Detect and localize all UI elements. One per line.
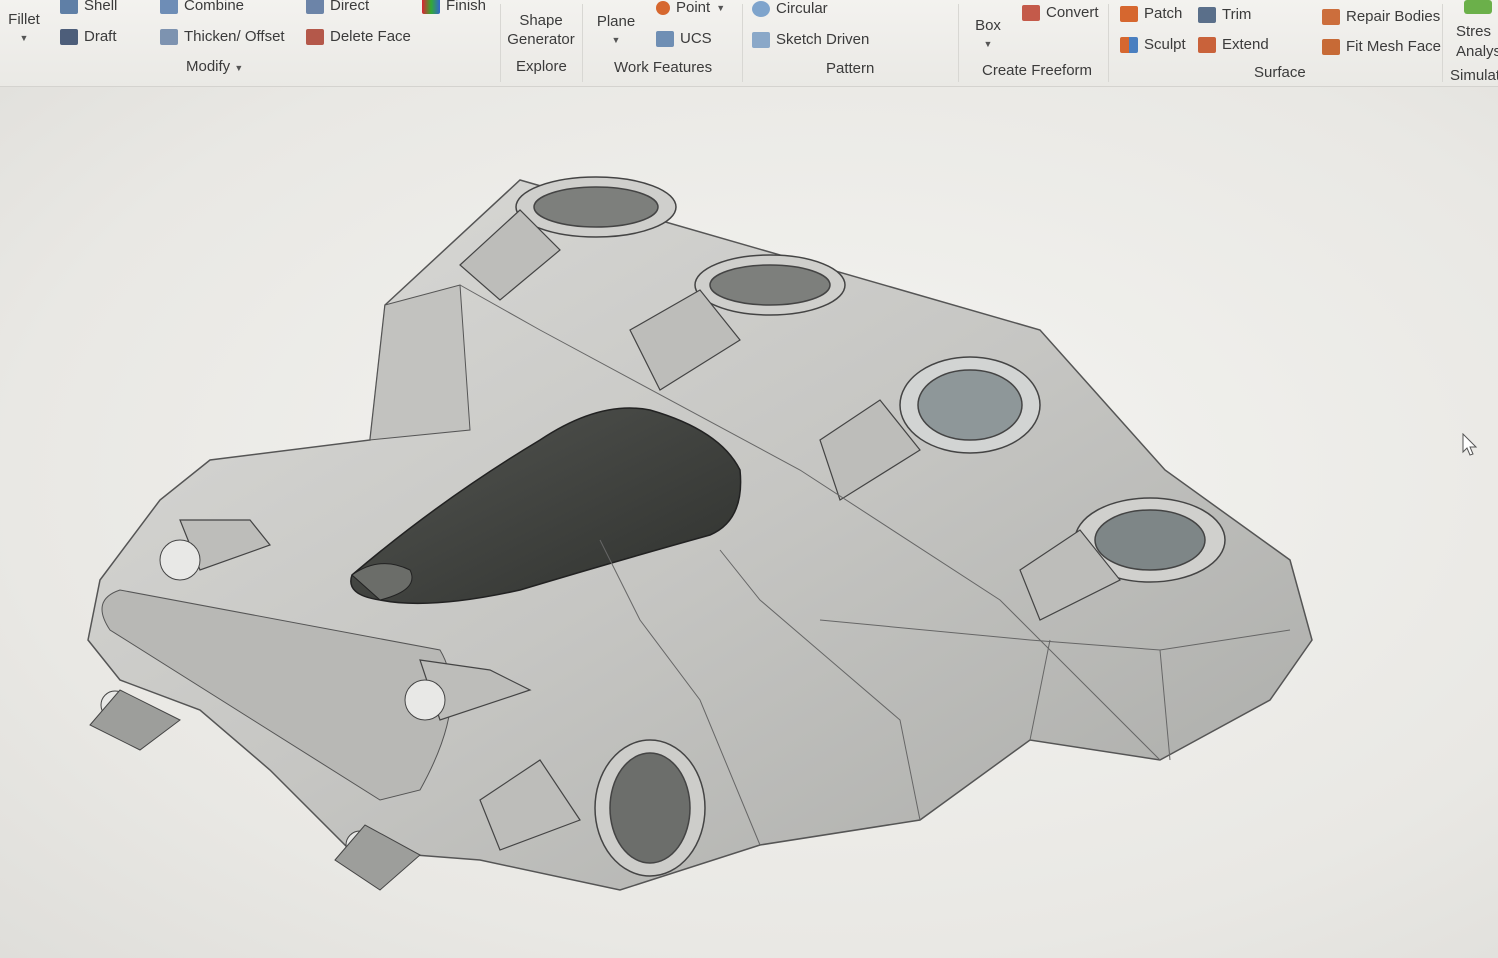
convert-icon <box>1022 4 1040 21</box>
fit-mesh-face-button[interactable]: Fit Mesh Face <box>1322 38 1441 55</box>
pattern-group-label: Pattern <box>826 60 875 77</box>
explore-group-label: Explore <box>516 58 567 75</box>
3d-model[interactable] <box>0 87 1498 958</box>
sculpt-icon <box>1120 36 1138 53</box>
thicken-label: Thicken/ Offset <box>184 28 285 45</box>
modify-label: Modify <box>186 58 231 75</box>
extend-icon <box>1198 36 1216 53</box>
repair-bodies-icon <box>1322 8 1340 25</box>
trim-icon <box>1198 6 1216 23</box>
sketch-driven-pattern-button[interactable]: Sketch Driven <box>752 31 869 48</box>
3d-viewport[interactable] <box>0 87 1498 958</box>
finish-label: Finish <box>446 0 487 14</box>
shell-icon <box>60 0 78 14</box>
circular-pattern-icon <box>752 0 770 17</box>
trim-button[interactable]: Trim <box>1198 6 1251 23</box>
sculpt-label: Sculpt <box>1144 36 1186 53</box>
direct-icon <box>306 0 324 14</box>
point-button[interactable]: Point ▼ <box>656 0 725 16</box>
patch-button[interactable]: Patch <box>1120 5 1182 22</box>
ucs-icon <box>656 30 674 47</box>
fillet-button[interactable]: Fillet ▼ <box>4 10 44 48</box>
trim-label: Trim <box>1222 6 1252 23</box>
stress-analysis-icon <box>1464 0 1492 14</box>
create-freeform-group-label: Create Freeform <box>982 62 1093 79</box>
stress-analysis-label: Stres Analys <box>1456 23 1498 60</box>
sketch-driven-label: Sketch Driven <box>776 31 870 48</box>
thicken-icon <box>160 28 178 45</box>
surface-group-label: Surface <box>1254 64 1306 81</box>
draft-label: Draft <box>84 28 117 45</box>
point-label: Point <box>676 0 711 16</box>
chevron-down-icon: ▼ <box>19 33 29 43</box>
simulation-group-label: Simulat <box>1450 67 1498 84</box>
ribbon-divider <box>500 4 501 82</box>
work-features-group-label: Work Features <box>614 59 713 76</box>
sculpt-button[interactable]: Sculpt <box>1120 36 1186 53</box>
shape-generator-label: Shape Generator <box>507 12 575 48</box>
ribbon-divider <box>1442 4 1443 82</box>
box-button[interactable]: Box ▼ <box>970 16 1006 54</box>
ucs-button[interactable]: UCS <box>656 30 712 47</box>
convert-button[interactable]: Convert <box>1022 4 1099 21</box>
direct-button[interactable]: Direct <box>306 0 369 14</box>
ucs-label: UCS <box>680 30 712 47</box>
patch-label: Patch <box>1144 5 1183 22</box>
circular-pattern-button[interactable]: Circular <box>752 0 828 17</box>
shell-button[interactable]: Shell <box>60 0 117 14</box>
combine-button[interactable]: Combine <box>160 0 244 14</box>
ribbon-divider <box>958 4 959 82</box>
ribbon-divider <box>582 4 583 82</box>
delete-face-icon <box>306 28 324 45</box>
patch-icon <box>1120 5 1138 22</box>
circular-label: Circular <box>776 0 828 17</box>
box-label: Box <box>975 17 1001 34</box>
delete-face-label: Delete Face <box>330 28 411 45</box>
thicken-offset-button[interactable]: Thicken/ Offset <box>160 28 285 45</box>
extend-label: Extend <box>1222 36 1269 53</box>
direct-label: Direct <box>330 0 370 14</box>
ribbon-toolbar: Fillet ▼ Shell Draft Combine Thicken/ Of… <box>0 0 1498 87</box>
extend-button[interactable]: Extend <box>1198 36 1269 53</box>
convert-label: Convert <box>1046 4 1099 21</box>
chevron-down-icon: ▼ <box>983 39 993 49</box>
finish-icon <box>422 0 440 14</box>
fillet-label: Fillet <box>8 11 40 28</box>
repair-bodies-button[interactable]: Repair Bodies <box>1322 8 1440 25</box>
ribbon-divider <box>1108 4 1109 82</box>
chevron-down-icon: ▼ <box>716 2 726 13</box>
combine-icon <box>160 0 178 14</box>
ribbon-divider <box>742 4 743 82</box>
fit-mesh-face-label: Fit Mesh Face <box>1346 38 1442 55</box>
chevron-down-icon: ▼ <box>234 63 244 73</box>
point-icon <box>656 0 670 15</box>
plane-button[interactable]: Plane ▼ <box>594 12 638 50</box>
chevron-down-icon: ▼ <box>611 35 621 45</box>
draft-button[interactable]: Draft <box>60 28 117 45</box>
draft-icon <box>60 28 78 45</box>
modify-group-label[interactable]: Modify ▼ <box>186 58 243 75</box>
mouse-cursor-icon <box>1462 433 1478 456</box>
combine-label: Combine <box>184 0 245 14</box>
fit-mesh-face-icon <box>1322 38 1340 55</box>
delete-face-button[interactable]: Delete Face <box>306 28 411 45</box>
plane-label: Plane <box>596 13 636 30</box>
sketch-driven-icon <box>752 31 770 48</box>
stress-analysis-button[interactable]: Stres Analys <box>1456 22 1498 62</box>
finish-button[interactable]: Finish <box>422 0 486 14</box>
repair-bodies-label: Repair Bodies <box>1346 8 1441 25</box>
shell-label: Shell <box>84 0 118 14</box>
shape-generator-button[interactable]: Shape Generator <box>504 11 578 49</box>
